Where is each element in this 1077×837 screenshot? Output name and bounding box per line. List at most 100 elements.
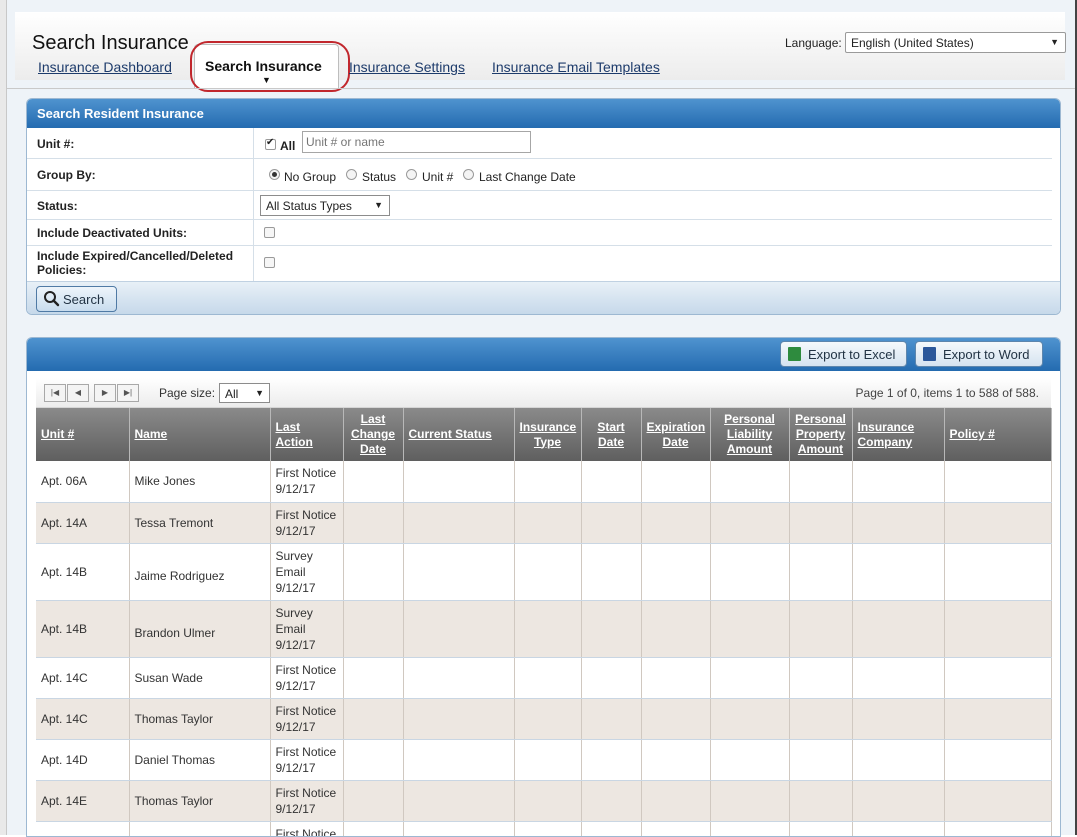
expired-label: Include Expired/Cancelled/Deleted Polici…	[37, 249, 252, 277]
column-header[interactable]: Unit #	[36, 408, 129, 461]
cell-empty	[789, 780, 852, 821]
cell-empty	[403, 739, 514, 780]
table-row[interactable]: Apt. 14BBrandon UlmerSurveyEmail9/12/17	[36, 600, 1051, 657]
table-row[interactable]: Apt. 14CSusan WadeFirst Notice9/12/17	[36, 657, 1051, 698]
column-header[interactable]: Name	[129, 408, 270, 461]
column-header[interactable]: Last Change Date	[343, 408, 403, 461]
search-button-label: Search	[63, 292, 104, 307]
last-action-line: 9/12/17	[276, 481, 338, 497]
column-header[interactable]: Personal Property Amount	[789, 408, 852, 461]
last-action-line: 9/12/17	[276, 678, 338, 694]
resident-name: Mike Jones	[135, 474, 196, 488]
cell-empty	[343, 780, 403, 821]
status-row: Status: All Status Types ▼	[27, 191, 1052, 220]
cell-empty	[343, 739, 403, 780]
cell-empty	[944, 698, 1051, 739]
last-page-icon[interactable]: ▶|	[117, 384, 139, 402]
table-row[interactable]: Apt. 06AMike JonesFirst Notice9/12/17	[36, 461, 1051, 502]
last-action-line: 9/12/17	[276, 523, 338, 539]
radio-status[interactable]	[346, 169, 357, 180]
last-action-line: 9/12/17	[276, 580, 338, 596]
cell-empty	[641, 780, 710, 821]
tab-insurance-dashboard[interactable]: Insurance Dashboard	[38, 59, 172, 75]
cell-last-action: SurveyEmail9/12/17	[270, 600, 343, 657]
cell-empty	[343, 502, 403, 543]
cell-empty	[789, 461, 852, 502]
last-action-line: First Notice	[276, 465, 338, 481]
tab-bar: Insurance Dashboard Insurance Settings I…	[7, 57, 1075, 81]
cell-empty	[343, 657, 403, 698]
language-select[interactable]: English (United States) ▼	[845, 32, 1066, 53]
radio-unit[interactable]	[406, 169, 417, 180]
column-header[interactable]: Policy #	[944, 408, 1051, 461]
next-page-icon[interactable]: ▶	[94, 384, 116, 402]
status-value: All Status Types	[266, 199, 352, 213]
column-header[interactable]: Current Status	[403, 408, 514, 461]
export-word-button[interactable]: Export to Word	[915, 341, 1043, 367]
column-header[interactable]: Insurance Type	[514, 408, 581, 461]
table-row[interactable]: Apt. 14EThomas TaylorFirst Notice9/12/17	[36, 780, 1051, 821]
cell-name: Daniel Thomas	[129, 739, 270, 780]
last-action-line: First Notice	[276, 703, 338, 719]
first-page-icon[interactable]: |◀	[44, 384, 66, 402]
resident-name: Thomas Taylor	[135, 794, 213, 808]
group-by-row: Group By: No Group Status Unit # Last Ch…	[27, 159, 1052, 191]
page-size-select[interactable]: All ▼	[219, 383, 270, 403]
tab-insurance-email-templates[interactable]: Insurance Email Templates	[492, 59, 660, 75]
unit-all-checkbox[interactable]	[265, 139, 276, 150]
table-row[interactable]: Apt. 14BJaime RodriguezSurveyEmail9/12/1…	[36, 543, 1051, 600]
resident-name: Susan Wade	[135, 671, 203, 685]
prev-page-icon[interactable]: ◀	[67, 384, 89, 402]
pager: |◀ ◀ ▶ ▶| Page size: All ▼ Page 1 of 0, …	[36, 378, 1051, 408]
expired-checkbox[interactable]	[264, 257, 275, 268]
resident-name: Tessa Tremont	[135, 516, 214, 530]
export-word-label: Export to Word	[943, 347, 1029, 362]
cell-last-action: First Notice9/12/17	[270, 461, 343, 502]
cell-empty	[514, 502, 581, 543]
cell-empty	[944, 461, 1051, 502]
column-header[interactable]: Personal Liability Amount	[710, 408, 789, 461]
cell-name: Tessa Tremont	[129, 502, 270, 543]
column-header[interactable]: Last Action	[270, 408, 343, 461]
last-action-line: Email	[276, 564, 338, 580]
cell-empty	[343, 543, 403, 600]
export-excel-button[interactable]: Export to Excel	[780, 341, 907, 367]
cell-empty	[944, 657, 1051, 698]
last-action-line: Survey	[276, 605, 338, 621]
radio-no-group[interactable]	[269, 169, 280, 180]
column-header[interactable]: Expiration Date	[641, 408, 710, 461]
search-button[interactable]: Search	[36, 286, 117, 312]
cell-empty	[403, 543, 514, 600]
cell-empty	[852, 698, 944, 739]
unit-search-input[interactable]	[302, 131, 531, 153]
cell-empty	[710, 739, 789, 780]
table-row[interactable]: Apt. 14DDaniel ThomasFirst Notice9/12/17	[36, 739, 1051, 780]
cell-empty	[641, 698, 710, 739]
table-row[interactable]: Apt. 14ATessa TremontFirst Notice9/12/17	[36, 502, 1051, 543]
results-table: Unit # Name Last Action Last Change Date…	[36, 408, 1052, 837]
cell-empty	[514, 600, 581, 657]
cell-empty	[581, 657, 641, 698]
cell-empty	[710, 698, 789, 739]
cell-empty	[343, 461, 403, 502]
last-action-line: 9/12/17	[276, 637, 338, 653]
tab-insurance-settings[interactable]: Insurance Settings	[349, 59, 465, 75]
cell-empty	[852, 502, 944, 543]
cell-empty	[789, 600, 852, 657]
search-panel: Search Resident Insurance Unit #: All Gr…	[26, 98, 1061, 315]
language-value: English (United States)	[851, 36, 974, 50]
status-select[interactable]: All Status Types ▼	[260, 195, 390, 216]
column-header[interactable]: Start Date	[581, 408, 641, 461]
table-row[interactable]: Apt. 14CThomas TaylorFirst Notice9/12/17	[36, 698, 1051, 739]
radio-last-change-date[interactable]	[463, 169, 474, 180]
dropdown-arrow-icon: ▼	[374, 200, 383, 210]
cell-unit: Apt. 14E	[36, 780, 129, 821]
unit-all-label: All	[280, 139, 295, 153]
column-header[interactable]: Insurance Company	[852, 408, 944, 461]
cell-empty	[343, 698, 403, 739]
cell-empty	[789, 502, 852, 543]
cell-empty	[403, 600, 514, 657]
radio-unit-label: Unit #	[422, 170, 453, 184]
deactivated-checkbox[interactable]	[264, 227, 275, 238]
divider	[7, 88, 1075, 89]
